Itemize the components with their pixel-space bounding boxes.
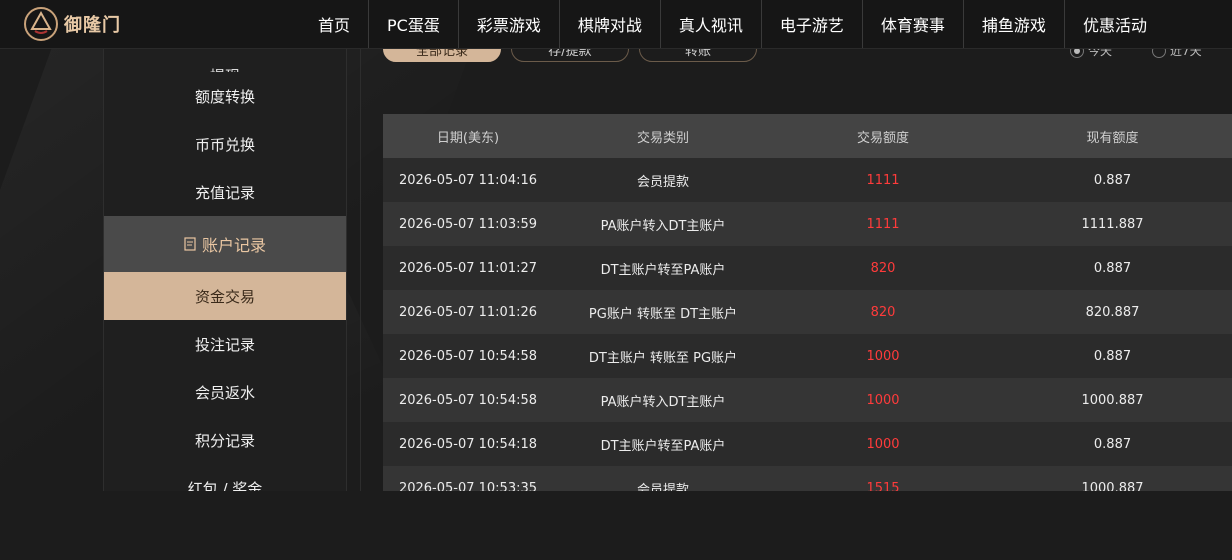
balance-cell: 1000.887	[993, 378, 1232, 422]
sidebar-item-before-2[interactable]: 充值记录	[104, 168, 346, 216]
date-cell: 2026-05-07 11:01:26	[383, 290, 553, 334]
sidebar-item-after-2[interactable]: 积分记录	[104, 416, 346, 464]
nav-item-5[interactable]: 电子游艺	[762, 0, 863, 48]
sidebar-item-withdraw[interactable]: 提现	[104, 48, 346, 72]
balance-cell: 0.887	[993, 246, 1232, 290]
type-cell: PA账户转入DT主账户	[553, 378, 773, 422]
balance-cell: 0.887	[993, 422, 1232, 466]
type-cell: PG账户 转账至 DT主账户	[553, 290, 773, 334]
sidebar-item-before-0[interactable]: 额度转换	[104, 72, 346, 120]
type-cell: DT主账户转至PA账户	[553, 246, 773, 290]
type-cell: 会员提款	[553, 466, 773, 491]
type-cell: PA账户转入DT主账户	[553, 202, 773, 246]
sidebar-item-after-0[interactable]: 投注记录	[104, 320, 346, 368]
table-row[interactable]: 2026-05-07 11:04:16 会员提款 1111 0.887	[383, 158, 1232, 202]
nav-item-1[interactable]: PC蛋蛋	[369, 0, 459, 48]
balance-cell: 820.887	[993, 290, 1232, 334]
sidebar-group-account-records[interactable]: 账户记录	[104, 216, 346, 272]
table-row[interactable]: 2026-05-07 10:54:18 DT主账户转至PA账户 1000 0.887	[383, 422, 1232, 466]
balance-cell: 0.887	[993, 334, 1232, 378]
table-header-row: 日期(美东) 交易类别 交易额度 现有额度	[383, 114, 1232, 158]
content-divider	[360, 48, 361, 491]
date-cell: 2026-05-07 11:04:16	[383, 158, 553, 202]
column-header-0: 日期(美东)	[383, 114, 553, 158]
nav-item-0[interactable]: 首页	[300, 0, 370, 48]
balance-cell: 0.887	[993, 158, 1232, 202]
account-sidebar: 提现额度转换币币兑换充值记录账户记录资金交易投注记录会员返水积分记录红包 / 奖…	[103, 48, 347, 491]
type-cell: DT主账户 转账至 PG账户	[553, 334, 773, 378]
type-cell: DT主账户转至PA账户	[553, 422, 773, 466]
sidebar-item-after-1[interactable]: 会员返水	[104, 368, 346, 416]
table-row[interactable]: 2026-05-07 11:01:27 DT主账户转至PA账户 820 0.887	[383, 246, 1232, 290]
balance-cell: 1000.887	[993, 466, 1232, 491]
amount-cell: 1111	[773, 158, 993, 202]
sidebar-item-before-1[interactable]: 币币兑换	[104, 120, 346, 168]
date-cell: 2026-05-07 11:01:27	[383, 246, 553, 290]
nav-item-6[interactable]: 体育赛事	[863, 0, 964, 48]
sidebar-item-after-3[interactable]: 红包 / 奖金	[104, 464, 346, 492]
top-header: 御隆门 首页 PC蛋蛋 彩票游戏 棋牌对战 真人视讯 电子游艺 体育赛事 捕鱼游戏 优惠活动	[0, 0, 1232, 49]
sidebar-item-fund-transactions[interactable]: 资金交易	[104, 272, 346, 320]
amount-cell: 820	[773, 246, 993, 290]
amount-cell: 1000	[773, 422, 993, 466]
nav-item-7[interactable]: 捕鱼游戏	[964, 0, 1065, 48]
document-icon	[184, 237, 196, 251]
date-cell: 2026-05-07 10:54:18	[383, 422, 553, 466]
column-header-2: 交易额度	[773, 114, 993, 158]
date-cell: 2026-05-07 11:03:59	[383, 202, 553, 246]
amount-cell: 1000	[773, 334, 993, 378]
column-header-3: 现有额度	[993, 114, 1232, 158]
table-body: 2026-05-07 11:04:16 会员提款 1111 0.887 2026-05-…	[383, 158, 1232, 491]
column-header-1: 交易类别	[553, 114, 773, 158]
site-logo[interactable]: 御隆门	[22, 4, 121, 44]
table-row[interactable]: 2026-05-07 10:53:35 会员提款 1515 1000.887	[383, 466, 1232, 491]
date-cell: 2026-05-07 10:54:58	[383, 378, 553, 422]
transactions-table: 日期(美东) 交易类别 交易额度 现有额度 2026-05-07 11:04:16 会员…	[383, 114, 1232, 491]
date-cell: 2026-05-07 10:53:35	[383, 466, 553, 491]
table-row[interactable]: 2026-05-07 11:03:59 PA账户转入DT主账户 1111 1111.8…	[383, 202, 1232, 246]
amount-cell: 820	[773, 290, 993, 334]
table-row[interactable]: 2026-05-07 10:54:58 PA账户转入DT主账户 1000 1000.8…	[383, 378, 1232, 422]
sidebar-item-label: 提现	[210, 65, 240, 72]
table-row[interactable]: 2026-05-07 10:54:58 DT主账户 转账至 PG账户 1000 0.8…	[383, 334, 1232, 378]
date-cell: 2026-05-07 10:54:58	[383, 334, 553, 378]
amount-cell: 1111	[773, 202, 993, 246]
nav-item-3[interactable]: 棋牌对战	[560, 0, 661, 48]
nav-item-8[interactable]: 优惠活动	[1065, 0, 1165, 48]
dragon-logo-icon	[22, 5, 60, 43]
table-row[interactable]: 2026-05-07 11:01:26 PG账户 转账至 DT主账户 820 820.…	[383, 290, 1232, 334]
nav-item-4[interactable]: 真人视讯	[661, 0, 762, 48]
type-cell: 会员提款	[553, 158, 773, 202]
transactions-table-wrap: 日期(美东) 交易类别 交易额度 现有额度 2026-05-07 11:04:16 会员…	[383, 114, 1232, 491]
nav-item-2[interactable]: 彩票游戏	[459, 0, 560, 48]
balance-cell: 1111.887	[993, 202, 1232, 246]
amount-cell: 1000	[773, 378, 993, 422]
brand-name: 御隆门	[64, 15, 121, 36]
amount-cell: 1515	[773, 466, 993, 491]
sidebar-group-label: 账户记录	[201, 236, 266, 255]
main-nav: 首页 PC蛋蛋 彩票游戏 棋牌对战 真人视讯 电子游艺 体育赛事 捕鱼游戏 优惠活动	[300, 0, 1165, 48]
